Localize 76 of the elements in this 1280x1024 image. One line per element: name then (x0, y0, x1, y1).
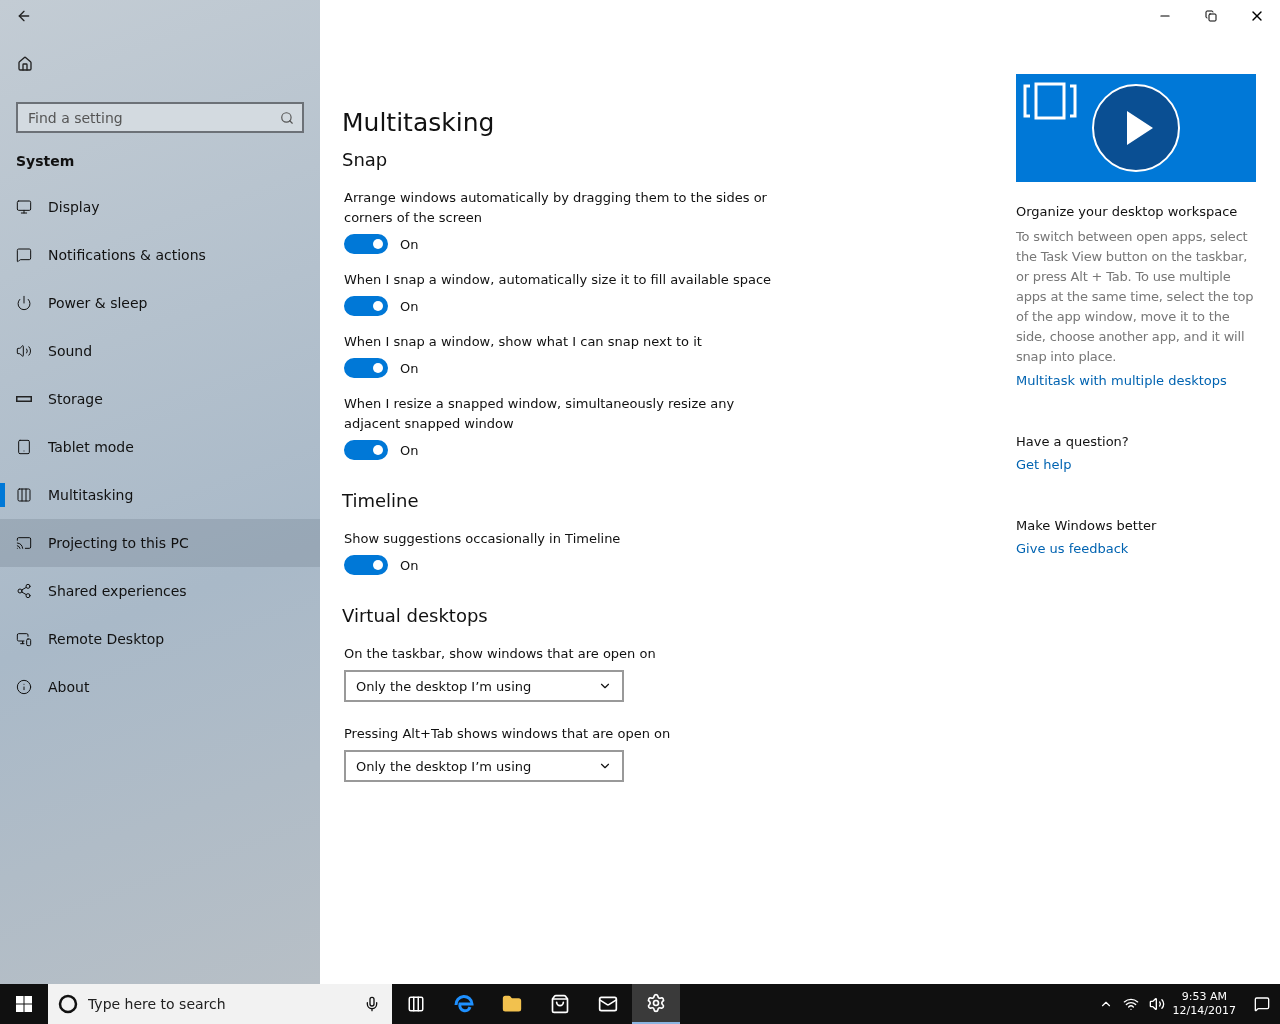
dropdown[interactable]: Only the desktop I’m using (344, 750, 624, 782)
taskbar-search-field[interactable]: Type here to search (48, 984, 392, 1024)
nav-item[interactable]: Power & sleep (0, 279, 320, 327)
tablet-icon (16, 439, 32, 455)
nav-item[interactable]: Sound (0, 327, 320, 375)
nav-item[interactable]: Display (0, 183, 320, 231)
volume-icon[interactable] (1148, 996, 1165, 1012)
toggle-state: On (400, 557, 419, 573)
section-heading: Virtual desktops (342, 605, 489, 626)
restore-icon (1205, 10, 1217, 22)
setting-label: When I snap a window, automatically size it to fill available space (344, 271, 773, 289)
setting-label: When I snap a window, show what I can snap next to it (344, 333, 703, 351)
toggle-switch[interactable] (344, 555, 388, 575)
projector-icon (16, 535, 32, 551)
setting-label: Show suggestions occasionally in Timeline (344, 530, 622, 548)
home-icon (17, 56, 33, 72)
multitasking-icon (16, 487, 32, 503)
circle-icon (58, 994, 78, 1014)
nav-item[interactable]: Tablet mode (0, 423, 320, 471)
play-icon (1091, 83, 1181, 173)
microphone-icon[interactable] (364, 996, 380, 1012)
remote-desktop-icon (16, 631, 32, 647)
settings-button[interactable] (632, 984, 680, 1024)
section-title: System (16, 153, 76, 169)
toggle-switch[interactable] (344, 358, 388, 378)
toggle-switch[interactable] (344, 234, 388, 254)
nav-item[interactable]: Notifications & actions (0, 231, 320, 279)
nav-item[interactable]: About (0, 663, 320, 711)
nav-item[interactable]: Storage (0, 375, 320, 423)
folder-icon (502, 994, 522, 1014)
mail-icon (598, 994, 618, 1014)
video-thumbnail[interactable] (1016, 74, 1256, 182)
toggle-switch[interactable] (344, 440, 388, 460)
nav-item[interactable]: Remote Desktop (0, 615, 320, 663)
browser-icon (453, 993, 475, 1015)
aside-heading: Make Windows better (1016, 518, 1158, 533)
toggle-switch[interactable] (344, 296, 388, 316)
toggle-state: On (400, 360, 419, 376)
search-field[interactable]: Find a setting (16, 102, 304, 133)
setting-label: When I resize a snapped window, simultaneously resize any adjacent snapped window (344, 395, 736, 433)
setting-label: Pressing Alt+Tab shows windows that are open on (344, 725, 672, 743)
back-arrow-icon (16, 8, 32, 24)
page-title: Multitasking (342, 108, 496, 137)
shopping-bag-icon (550, 994, 570, 1014)
aside-heading: Have a question? (1016, 434, 1130, 449)
toggle-state: On (400, 298, 419, 314)
speaker-icon (16, 343, 32, 359)
share-icon (16, 583, 32, 599)
help-link[interactable]: Multitask with multiple desktops (1016, 373, 1256, 388)
info-icon (16, 679, 32, 695)
setting-label: On the taskbar, show windows that are open on (344, 645, 657, 663)
notification-icon[interactable] (1254, 996, 1270, 1012)
nav-item[interactable]: Multitasking (0, 471, 320, 519)
speech-bubble-icon (16, 247, 32, 263)
nav-item[interactable]: Shared experiences (0, 567, 320, 615)
window-icon (1022, 82, 1078, 120)
monitor-icon (16, 199, 32, 215)
search-icon (280, 110, 294, 125)
gear-icon (646, 993, 666, 1013)
task-view-icon (407, 995, 425, 1013)
toggle-state: On (400, 442, 419, 458)
aside-heading: Organize your desktop workspace (1016, 204, 1239, 219)
help-link[interactable]: Give us feedback (1016, 541, 1256, 556)
nav-item[interactable]: Projecting to this PC (0, 519, 320, 567)
setting-label: Arrange windows automatically by dragging them to the sides or corners of the screen (344, 189, 768, 227)
section-heading: Snap (342, 149, 389, 170)
clock[interactable]: 9:53 AM 12/14/2017 (1172, 990, 1236, 1018)
windows-logo-icon (16, 996, 32, 1012)
network-icon[interactable] (1122, 996, 1139, 1012)
aside-description: To switch between open apps, select the Task View button on the taskbar, or press Alt + Tab. To use multiple apps at the same time, select the top of the app window, move it to the side, choose another app, and it will snap into place. (1016, 228, 1255, 366)
power-icon (16, 295, 32, 311)
dropdown[interactable]: Only the desktop I’m using (344, 670, 624, 702)
toggle-state: On (400, 236, 419, 252)
storage-icon (16, 396, 32, 402)
section-heading: Timeline (342, 490, 420, 511)
help-link[interactable]: Get help (1016, 457, 1256, 472)
